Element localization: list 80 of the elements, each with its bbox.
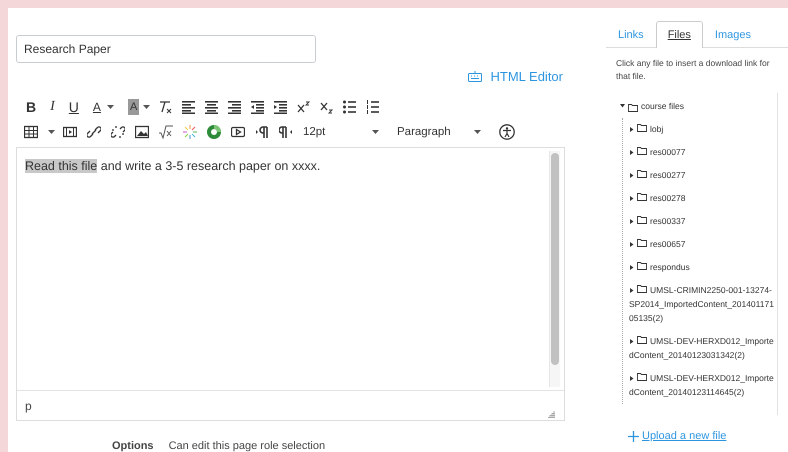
indent-icon[interactable] [274,100,288,114]
underline-button[interactable]: U [66,99,81,116]
dropdown[interactable]: Paragraph [397,126,495,138]
folder-icon [628,103,638,112]
folder-icon [637,123,647,132]
bullet-list-icon[interactable] [343,100,356,114]
collapsed-triangle-icon[interactable] [629,339,634,344]
tree-item[interactable]: res00278 [629,187,777,210]
tree-item[interactable]: respondus [629,256,777,279]
align-center-icon[interactable] [205,100,218,114]
link-icon[interactable] [87,124,101,139]
body-text: Read this file and write a 3-5 research paper on xxxx. [24,158,322,175]
collapsed-triangle-icon[interactable] [629,265,634,270]
bold-button[interactable]: B [24,99,38,116]
tab[interactable]: Files [656,21,703,48]
highlight-button[interactable]: A [128,99,140,116]
element-path: p [25,399,32,413]
tree-item[interactable]: res00277 [629,164,777,187]
sparkle-icon[interactable] [183,124,197,139]
collapsed-triangle-icon[interactable] [629,127,634,132]
folder-icon [637,284,647,293]
numbered-list-icon[interactable] [366,100,380,114]
dropdown[interactable]: 12pt [303,126,393,138]
caret-icon[interactable] [143,105,150,110]
collapsed-triangle-icon[interactable] [629,196,634,201]
align-left-icon[interactable] [182,100,196,114]
folder-icon [637,215,647,224]
paragraph-ltr-icon[interactable] [255,124,269,139]
align-right-icon[interactable] [228,100,242,114]
editor-area[interactable]: Read this file and write a 3-5 research paper on xxxx. [17,148,564,390]
options-value: Can edit this page role selection [168,440,326,452]
outdent-icon[interactable] [251,100,264,114]
square-root-icon[interactable] [159,124,173,139]
collapsed-triangle-icon[interactable] [629,150,634,155]
tree-item[interactable]: UMSL-CRIMIN2250-001-13274-SP2014_ImportedContent_20140117105135(2) [629,279,777,330]
collapsed-triangle-icon[interactable] [629,173,634,178]
paragraph-rtl-icon[interactable] [279,124,293,139]
image-icon[interactable] [135,124,149,139]
caret-icon [372,130,379,134]
table-icon[interactable] [24,124,38,139]
caret-icon[interactable] [48,130,55,134]
title-field[interactable]: Research Paper [16,35,316,64]
subscript-icon[interactable] [320,100,334,114]
keyboard-icon [468,70,482,82]
tree-item[interactable]: res00337 [629,210,777,233]
plus-icon [628,430,639,442]
play-icon[interactable] [231,124,245,139]
unlink-icon[interactable] [111,124,125,139]
accessibility-icon[interactable] [499,124,515,140]
resize-grip-icon[interactable] [548,411,555,418]
collapsed-triangle-icon[interactable] [629,219,634,224]
caret-icon[interactable] [106,105,114,110]
folder-icon [637,146,647,155]
tree-item[interactable]: UMSL-DEV-HERXD012_ImportedContent_20140123031342(2) [629,330,777,367]
collapsed-triangle-icon[interactable] [629,288,634,293]
ring-logo-icon[interactable] [207,124,221,139]
caret-icon [474,130,481,134]
folder-icon [637,372,647,381]
tree-item[interactable]: UMSL-DEV-HERXD012_ImportedContent_20140123114645(2) [629,367,777,404]
folder-icon [637,169,647,178]
tree-item[interactable]: lobj [629,118,777,141]
scrollbar[interactable] [549,151,560,387]
scrollbar-thumb[interactable] [551,153,559,365]
italic-button[interactable]: I [48,99,57,116]
folder-icon [637,261,647,270]
superscript-icon[interactable] [297,100,310,114]
options-label: Options [112,440,154,452]
collapsed-triangle-icon[interactable] [629,376,634,381]
expanded-triangle-icon[interactable] [620,103,625,108]
clear-formatting-icon[interactable] [158,100,172,114]
collapsed-triangle-icon[interactable] [629,242,634,247]
folder-icon [637,192,647,201]
hint-text: Click any file to insert a download link for that file. [615,57,771,83]
folder-icon [637,238,647,247]
tree-item[interactable]: course files [620,95,777,118]
text-color-button[interactable]: A [90,99,103,116]
tree-item[interactable]: res00657 [629,233,777,256]
folder-icon [637,335,647,344]
film-icon[interactable] [63,124,77,139]
tree-item[interactable]: res00077 [629,141,777,164]
